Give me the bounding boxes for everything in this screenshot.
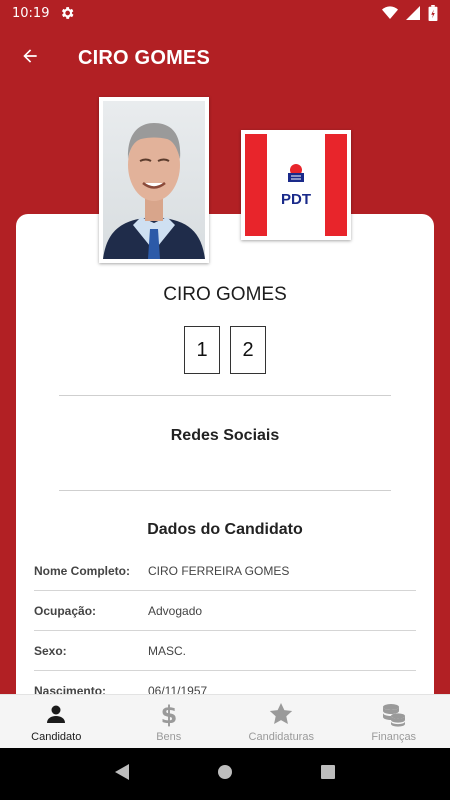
divider [59,395,391,396]
number-digit-1: 1 [184,326,220,374]
svg-text:$: $ [160,701,177,727]
system-navigation-bar [0,748,450,800]
status-time: 10:19 [12,5,50,21]
candidate-details: Nome Completo: CIRO FERREIRA GOMES Ocupa… [34,551,416,711]
detail-label: Nome Completo: [34,563,130,578]
status-bar: 10:19 [0,0,450,26]
dollar-icon: $ [156,701,182,727]
gear-icon [59,5,75,21]
detail-row-sex: Sexo: MASC. [34,631,416,671]
star-icon [268,701,294,727]
candidate-name: CIRO GOMES [163,284,287,305]
candidate-number: 1 2 [0,326,450,374]
bottom-navigation: Candidato $ Bens Candidaturas Finanças [0,694,450,748]
divider [59,490,391,491]
coins-icon [381,701,407,727]
logo-stripe-right [325,134,347,236]
portrait-illustration [103,123,205,259]
nav-item-bens[interactable]: $ Bens [113,695,226,748]
detail-value: Advogado [148,603,203,618]
candidate-photo [99,97,209,263]
nav-label: Finanças [371,730,417,743]
app-bar: CIRO GOMES [0,26,450,90]
detail-value: CIRO FERREIRA GOMES [148,563,290,578]
square-recents-icon [320,764,336,785]
nav-label: Candidaturas [248,730,314,743]
page-title: CIRO GOMES [78,46,211,69]
triangle-back-icon [114,763,130,786]
detail-label: Sexo: [34,643,67,658]
arrow-left-icon [20,46,40,71]
nav-item-financas[interactable]: Finanças [338,695,450,748]
section-title-social: Redes Sociais [170,427,280,444]
circle-home-icon [217,764,233,785]
detail-label: Ocupação: [34,603,97,618]
battery-icon [428,5,438,21]
party-emblem-icon [285,162,307,189]
section-title-data: Dados do Candidato [147,521,303,538]
detail-row-occupation: Ocupação: Advogado [34,591,416,631]
system-recents-button[interactable] [308,754,348,794]
logo-stripe-left [245,134,267,236]
system-home-button[interactable] [205,754,245,794]
nav-item-candidaturas[interactable]: Candidaturas [225,695,338,748]
detail-value: MASC. [148,643,187,658]
cellular-icon [406,6,420,20]
party-logo: PDT [241,130,351,240]
system-back-button[interactable] [102,754,142,794]
number-digit-2: 2 [230,326,266,374]
nav-label: Bens [156,730,182,743]
back-button[interactable] [0,26,60,90]
party-logo-text: PDT [281,191,311,208]
detail-row-full-name: Nome Completo: CIRO FERREIRA GOMES [34,551,416,591]
nav-item-candidato[interactable]: Candidato [0,695,113,748]
wifi-icon [382,6,398,20]
person-icon [43,701,69,727]
nav-label: Candidato [31,730,82,743]
